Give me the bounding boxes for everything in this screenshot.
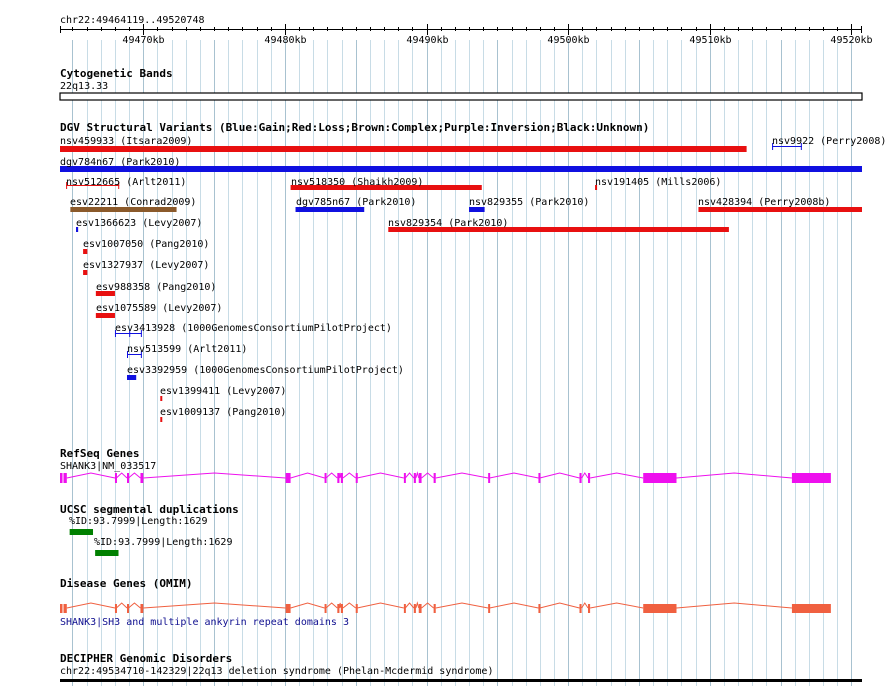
dgv-variant-label[interactable]: esv1075589 (Levy2007): [96, 303, 222, 314]
refseq-exon[interactable]: [433, 473, 436, 483]
omim-exon[interactable]: [579, 604, 582, 613]
segdup-label[interactable]: %ID:93.7999|Length:1629: [69, 516, 207, 527]
cytoband-label[interactable]: 22q13.33: [60, 81, 108, 92]
omim-exon[interactable]: [587, 604, 591, 613]
refseq-exon[interactable]: [418, 473, 422, 483]
refseq-exon[interactable]: [340, 473, 343, 483]
segdup-bar[interactable]: [69, 529, 94, 535]
omim-exon[interactable]: [643, 604, 677, 613]
refseq-exon[interactable]: [643, 473, 677, 483]
omim-exon[interactable]: [488, 604, 491, 613]
omim-exon[interactable]: [433, 604, 436, 613]
dgv-variant-label[interactable]: nsv512665 (Arlt2011): [66, 177, 186, 188]
genome-browser-panel: chr22:49464119..49520748 Cytogenetic Ban…: [0, 0, 890, 686]
refseq-exon[interactable]: [337, 473, 340, 483]
omim-exon[interactable]: [337, 604, 340, 613]
dgv-variant-label[interactable]: nsv459933 (Itsara2009): [60, 136, 192, 147]
refseq-gene-label[interactable]: SHANK3|NM_033517: [60, 461, 156, 472]
decipher-label[interactable]: chr22:49534710-142329|22q13 deletion syn…: [60, 666, 493, 677]
refseq-exon[interactable]: [587, 473, 591, 483]
dgv-variant-label[interactable]: nsv829355 (Park2010): [469, 197, 589, 208]
dgv-variant-label[interactable]: esv1327937 (Levy2007): [83, 260, 209, 271]
dgv-variant-label[interactable]: esv22211 (Conrad2009): [70, 197, 196, 208]
omim-exon[interactable]: [114, 604, 117, 613]
cytoband-track-title: Cytogenetic Bands: [60, 67, 173, 80]
ruler-tick-label: 49500kb: [547, 35, 590, 46]
ruler-tick-label: 49510kb: [689, 35, 732, 46]
omim-track-title: Disease Genes (OMIM): [60, 577, 193, 590]
omim-gene-label[interactable]: SHANK3|SH3 and multiple ankyrin repeat d…: [60, 617, 349, 628]
omim-intron-line: [66, 601, 792, 609]
refseq-exon[interactable]: [413, 473, 416, 483]
decipher-track-title: DECIPHER Genomic Disorders: [60, 652, 233, 665]
omim-exon[interactable]: [538, 604, 541, 613]
segdup-label[interactable]: %ID:93.7999|Length:1629: [94, 537, 232, 548]
dgv-variant-label[interactable]: nsv513599 (Arlt2011): [127, 344, 247, 355]
ruler-tick-label: 49520kb: [830, 35, 873, 46]
omim-exon[interactable]: [285, 604, 291, 613]
dgv-variant-label[interactable]: nsv9922 (Perry2008): [772, 136, 886, 147]
dgv-variant-label[interactable]: dgv784n67 (Park2010): [60, 157, 180, 168]
refseq-exon[interactable]: [127, 473, 130, 483]
refseq-exon[interactable]: [355, 473, 358, 483]
refseq-track-title: RefSeq Genes: [60, 447, 140, 460]
dgv-variant-label[interactable]: esv1366623 (Levy2007): [76, 218, 202, 229]
refseq-exon[interactable]: [579, 473, 582, 483]
omim-exon[interactable]: [403, 604, 406, 613]
omim-exon[interactable]: [355, 604, 358, 613]
ruler-tick-label: 49470kb: [122, 35, 165, 46]
ruler-tick-label: 49480kb: [264, 35, 307, 46]
refseq-intron-line: [66, 471, 792, 479]
refseq-exon[interactable]: [285, 473, 291, 483]
dgv-variant-label[interactable]: esv1007050 (Pang2010): [83, 239, 209, 250]
refseq-exon[interactable]: [403, 473, 406, 483]
dgv-variant-label[interactable]: nsv428394 (Perry2008b): [698, 197, 830, 208]
region-label: chr22:49464119..49520748: [60, 15, 205, 26]
decipher-bar[interactable]: [60, 679, 862, 682]
refseq-exon[interactable]: [791, 473, 831, 483]
dgv-variant-label[interactable]: nsv829354 (Park2010): [388, 218, 508, 229]
omim-exon[interactable]: [791, 604, 831, 613]
refseq-exon[interactable]: [114, 473, 117, 483]
segdup-bar[interactable]: [95, 550, 119, 556]
dgv-track-title: DGV Structural Variants (Blue:Gain;Red:L…: [60, 121, 650, 134]
dgv-variant-label[interactable]: esv1399411 (Levy2007): [160, 386, 286, 397]
ruler-tick-label: 49490kb: [406, 35, 449, 46]
omim-exon[interactable]: [140, 604, 144, 613]
dgv-variant-label[interactable]: dgv785n67 (Park2010): [296, 197, 416, 208]
dgv-variant-label[interactable]: esv1009137 (Pang2010): [160, 407, 286, 418]
segdup-track-title: UCSC segmental duplications: [60, 503, 239, 516]
omim-exon[interactable]: [340, 604, 343, 613]
dgv-variant-label[interactable]: esv3392959 (1000GenomesConsortiumPilotPr…: [127, 365, 404, 376]
omim-exon[interactable]: [418, 604, 422, 613]
refseq-exon[interactable]: [324, 473, 327, 483]
dgv-variant-label[interactable]: nsv191405 (Mills2006): [595, 177, 721, 188]
refseq-exon[interactable]: [488, 473, 491, 483]
omim-exon[interactable]: [127, 604, 130, 613]
dgv-variant-label[interactable]: esv988358 (Pang2010): [96, 282, 216, 293]
refseq-exon[interactable]: [538, 473, 541, 483]
omim-exon[interactable]: [413, 604, 416, 613]
cytoband-bar[interactable]: [59, 92, 863, 101]
dgv-variant-label[interactable]: nsv518350 (Shaikh2009): [291, 177, 423, 188]
omim-exon[interactable]: [324, 604, 327, 613]
refseq-exon[interactable]: [140, 473, 144, 483]
dgv-variant-label[interactable]: esv3413928 (1000GenomesConsortiumPilotPr…: [115, 323, 392, 334]
